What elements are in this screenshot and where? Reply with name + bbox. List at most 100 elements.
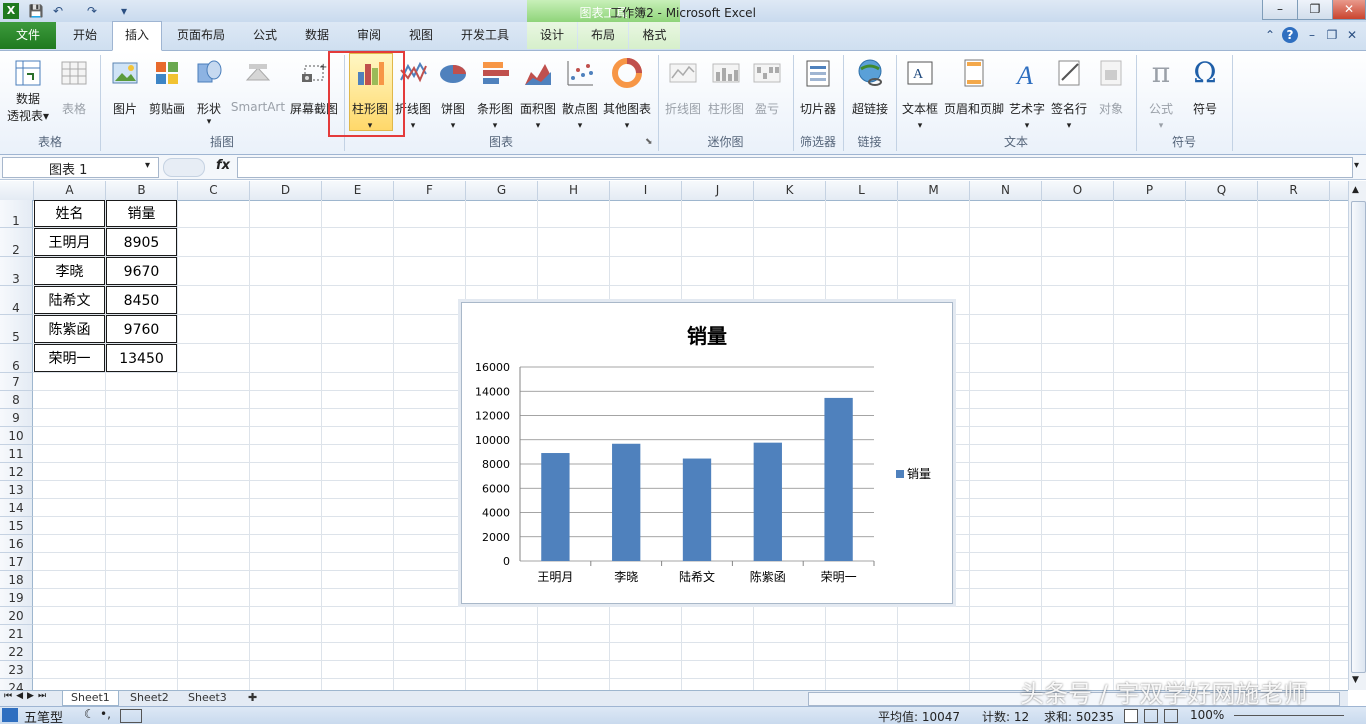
- pivot-table-button[interactable]: 数据 透视表▾: [4, 55, 52, 135]
- normal-view-icon[interactable]: [1124, 709, 1138, 723]
- data-cell[interactable]: 王明月: [34, 228, 105, 256]
- doc-minimize-icon[interactable]: –: [1304, 27, 1320, 43]
- column-header-C[interactable]: C: [178, 181, 250, 200]
- column-header-D[interactable]: D: [250, 181, 322, 200]
- data-cell[interactable]: 9670: [106, 257, 177, 285]
- column-header-H[interactable]: H: [538, 181, 610, 200]
- bar-4[interactable]: [824, 397, 853, 561]
- sheet-tab-sheet1[interactable]: Sheet1: [62, 691, 119, 706]
- tab-design[interactable]: 设计: [527, 22, 577, 49]
- tab-file[interactable]: 文件: [0, 22, 56, 49]
- restore-button[interactable]: ❐: [1297, 0, 1333, 20]
- sparkline-line-button[interactable]: 折线图: [662, 55, 704, 135]
- tab-layout[interactable]: 布局: [578, 22, 628, 49]
- bar-3[interactable]: [753, 442, 782, 561]
- table-button[interactable]: 表格: [56, 55, 92, 135]
- ime-keyboard-icon[interactable]: [120, 709, 142, 723]
- row-header-17[interactable]: 17: [0, 553, 33, 571]
- ime-punct-icon[interactable]: •,: [100, 707, 111, 721]
- data-cell[interactable]: 13450: [106, 344, 177, 372]
- column-header-F[interactable]: F: [394, 181, 466, 200]
- sparkline-column-button[interactable]: 柱形图: [706, 55, 746, 135]
- new-sheet-icon[interactable]: ✚: [240, 691, 265, 705]
- zoom-level[interactable]: 100%: [1190, 708, 1224, 722]
- scroll-up-icon[interactable]: ▲: [1352, 185, 1359, 195]
- clipart-button[interactable]: 剪贴画: [146, 55, 188, 135]
- signature-line-button[interactable]: 签名行 ▾: [1049, 55, 1089, 135]
- textbox-button[interactable]: A 文本框 ▾: [900, 55, 940, 135]
- page-break-view-icon[interactable]: [1164, 709, 1178, 723]
- column-header-M[interactable]: M: [898, 181, 970, 200]
- tab-format[interactable]: 格式: [629, 22, 680, 49]
- formula-bar-resize-handle[interactable]: [163, 158, 205, 177]
- row-header-16[interactable]: 16: [0, 535, 33, 553]
- bar-1[interactable]: [612, 443, 641, 561]
- select-all-corner[interactable]: [0, 181, 34, 200]
- row-header-1[interactable]: 1: [0, 200, 33, 228]
- name-box[interactable]: 图表 1 ▾: [2, 157, 159, 178]
- minimize-button[interactable]: –: [1262, 0, 1298, 20]
- page-layout-view-icon[interactable]: [1144, 709, 1158, 723]
- other-charts-button[interactable]: 其他图表 ▾: [602, 55, 652, 135]
- column-header-E[interactable]: E: [322, 181, 394, 200]
- tab-review[interactable]: 审阅: [346, 22, 392, 49]
- pie-chart-button[interactable]: 饼图 ▾: [435, 55, 471, 135]
- sparkline-winloss-button[interactable]: 盈亏: [748, 55, 786, 135]
- doc-close-icon[interactable]: ✕: [1344, 27, 1360, 43]
- wordart-button[interactable]: A 艺术字 ▾: [1007, 55, 1047, 135]
- embedded-chart[interactable]: 16000 14000 12000 10000 8000 6000 4000 2000 0 王明…: [461, 302, 953, 604]
- header-footer-button[interactable]: 页眉和页脚: [944, 55, 1004, 135]
- row-header-7[interactable]: 7: [0, 373, 33, 391]
- picture-button[interactable]: 图片: [106, 55, 144, 135]
- row-header-4[interactable]: 4: [0, 286, 33, 315]
- bar-0[interactable]: [541, 453, 570, 561]
- tab-page-layout[interactable]: 页面布局: [168, 22, 234, 49]
- column-header-N[interactable]: N: [970, 181, 1042, 200]
- header-cell[interactable]: 销量: [106, 200, 177, 227]
- row-header-21[interactable]: 21: [0, 625, 33, 643]
- vertical-scrollbar[interactable]: ▲ ▼: [1348, 181, 1366, 690]
- column-header-P[interactable]: P: [1114, 181, 1186, 200]
- data-cell[interactable]: 陆希文: [34, 286, 105, 314]
- column-header-B[interactable]: B: [106, 181, 178, 200]
- column-header-I[interactable]: I: [610, 181, 682, 200]
- area-chart-button[interactable]: 面积图 ▾: [518, 55, 558, 135]
- row-header-24[interactable]: 24: [0, 679, 33, 690]
- row-header-11[interactable]: 11: [0, 445, 33, 463]
- column-header-L[interactable]: L: [826, 181, 898, 200]
- column-header-J[interactable]: J: [682, 181, 754, 200]
- header-cell[interactable]: 姓名: [34, 200, 105, 227]
- doc-restore-icon[interactable]: ❐: [1324, 27, 1340, 43]
- data-cell[interactable]: 8450: [106, 286, 177, 314]
- data-cell[interactable]: 李晓: [34, 257, 105, 285]
- smartart-button[interactable]: SmartArt: [230, 55, 286, 135]
- row-header-19[interactable]: 19: [0, 589, 33, 607]
- object-button[interactable]: 对象: [1092, 55, 1130, 135]
- tab-developer[interactable]: 开发工具: [452, 22, 518, 49]
- row-header-15[interactable]: 15: [0, 517, 33, 535]
- name-box-dropdown-icon[interactable]: ▾: [145, 160, 150, 171]
- column-header-K[interactable]: K: [754, 181, 826, 200]
- bar-2[interactable]: [682, 458, 712, 561]
- row-header-23[interactable]: 23: [0, 661, 33, 679]
- tab-data[interactable]: 数据: [294, 22, 340, 49]
- column-header-R[interactable]: R: [1258, 181, 1330, 200]
- row-header-3[interactable]: 3: [0, 257, 33, 286]
- row-header-14[interactable]: 14: [0, 499, 33, 517]
- slicer-button[interactable]: 切片器: [797, 55, 839, 135]
- data-cell[interactable]: 荣明一: [34, 344, 105, 372]
- tab-view[interactable]: 视图: [398, 22, 444, 49]
- row-header-20[interactable]: 20: [0, 607, 33, 625]
- tab-insert[interactable]: 插入: [112, 21, 162, 51]
- row-header-10[interactable]: 10: [0, 427, 33, 445]
- equation-button[interactable]: π 公式 ▾: [1140, 55, 1182, 135]
- hyperlink-button[interactable]: 超链接: [848, 55, 892, 135]
- column-header-Q[interactable]: Q: [1186, 181, 1258, 200]
- row-header-22[interactable]: 22: [0, 643, 33, 661]
- row-header-13[interactable]: 13: [0, 481, 33, 499]
- row-header-8[interactable]: 8: [0, 391, 33, 409]
- sheet-nav-icons[interactable]: ⏮◀▶⏭: [4, 691, 50, 701]
- row-header-12[interactable]: 12: [0, 463, 33, 481]
- sheet-tab-sheet2[interactable]: Sheet2: [122, 691, 177, 705]
- column-header-G[interactable]: G: [466, 181, 538, 200]
